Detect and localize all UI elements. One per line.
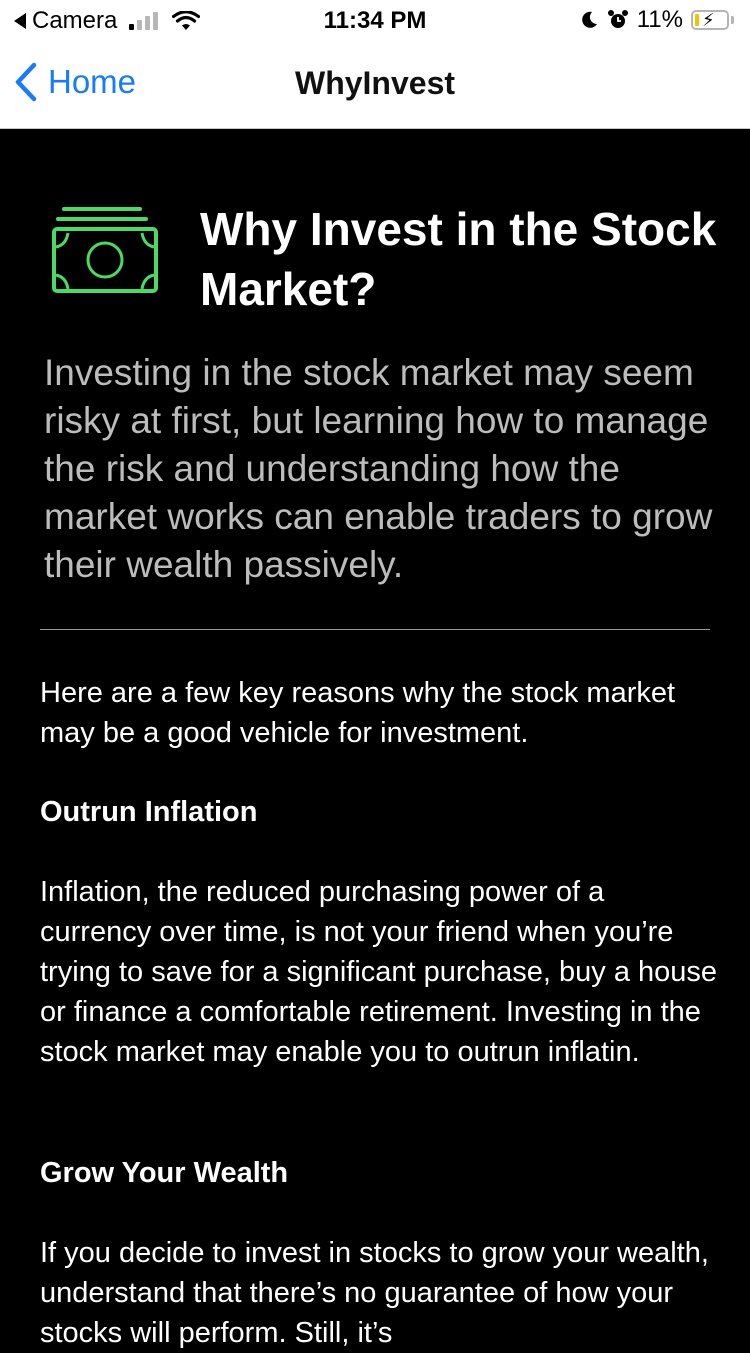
section-heading: Outrun Inflation (40, 796, 258, 828)
status-right: 11% ⚡ (579, 6, 734, 34)
money-bills-icon (52, 207, 158, 293)
section-body: Inflation, the reduced purchasing power … (40, 876, 718, 1068)
battery-icon: ⚡ (691, 10, 729, 30)
battery-tip (731, 16, 734, 24)
moon-icon (581, 11, 597, 28)
section-heading: Grow Your Wealth (40, 1157, 289, 1189)
article-title: Why Invest in the Stock Market? (200, 203, 717, 315)
article-lead: Investing in the stock market may seem r… (44, 352, 713, 585)
divider (40, 629, 710, 630)
battery-percent: 11% (636, 6, 683, 33)
article-intro: Here are a few key reasons why the stock… (40, 677, 676, 749)
alarm-icon (607, 10, 628, 28)
status-bar: Camera 11:34 PM 11% ⚡ (0, 0, 750, 40)
top-bar: Camera 11:34 PM 11% ⚡ Home WhyInvest (0, 0, 750, 129)
section-body: If you decide to invest in stocks to gro… (40, 1237, 709, 1349)
navigation-bar: Home WhyInvest (0, 40, 750, 128)
nav-title: WhyInvest (294, 65, 456, 101)
